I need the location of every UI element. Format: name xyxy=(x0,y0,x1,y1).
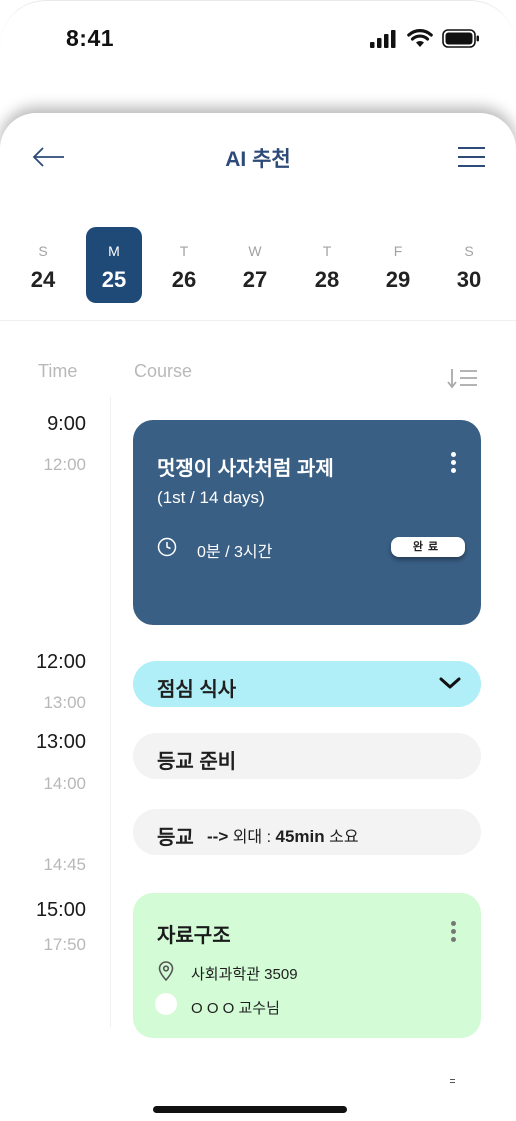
day-sat-30[interactable]: S 30 xyxy=(441,227,497,303)
commute-title: 등교 xyxy=(157,827,194,849)
task-start-time: 9:00 xyxy=(47,413,86,435)
task-card[interactable]: 멋쟁이 사자처럼 과제 (1st / 14 days) 0분 / 3시간 완료 xyxy=(133,420,481,625)
week-strip: S 24 M 25 T 26 W 27 T 28 F 29 S 30 xyxy=(0,227,516,307)
day-of-week: T xyxy=(179,243,189,259)
day-of-week: S xyxy=(38,243,48,259)
day-wed-27[interactable]: W 27 xyxy=(227,227,283,303)
day-number: 30 xyxy=(456,267,482,292)
day-number: 27 xyxy=(242,267,268,292)
page-title: AI 추천 xyxy=(225,148,291,171)
commute-item[interactable]: 등교 --> 외대 : 45min 소요 xyxy=(133,809,481,855)
commute-suffix: 소요 xyxy=(329,829,359,846)
schedule-sheet: AI 추천 S 24 M 25 T 26 W 27 T 28 F 29 S 30… xyxy=(0,113,516,1121)
task-end-time: 12:00 xyxy=(43,455,86,474)
day-number: 25 xyxy=(101,267,127,292)
hamburger-menu-icon[interactable] xyxy=(457,146,486,168)
class-title: 자료구조 xyxy=(157,925,231,947)
commute-time: 45min xyxy=(275,827,325,846)
class-card[interactable]: 자료구조 사회과학관 3509 O O O 교수님 xyxy=(133,893,481,1038)
status-time: 8:41 xyxy=(66,25,115,51)
lunch-end-time: 13:00 xyxy=(43,693,86,712)
day-thu-28[interactable]: T 28 xyxy=(299,227,355,303)
professor-avatar xyxy=(155,993,177,1015)
sort-icon[interactable] xyxy=(447,367,479,389)
day-number: 26 xyxy=(171,267,197,292)
day-number: 28 xyxy=(314,267,340,292)
lunch-start-time: 12:00 xyxy=(35,651,86,673)
task-duration: 0분 / 3시간 xyxy=(197,544,273,561)
time-column-header: Time xyxy=(38,361,78,381)
phone-frame: 8:41 AI 추천 S 24 M 25 T 26 W 27 T 28 F 29… xyxy=(0,0,516,1121)
class-professor: O O O 교수님 xyxy=(191,1000,280,1017)
lunch-item[interactable]: 점심 식사 xyxy=(133,661,481,707)
home-indicator[interactable] xyxy=(153,1106,347,1113)
wifi-icon xyxy=(407,29,433,47)
prep-title: 등교 준비 xyxy=(157,751,237,773)
lunch-title: 점심 식사 xyxy=(157,679,237,701)
status-icons xyxy=(370,29,480,48)
day-number: 29 xyxy=(385,267,411,292)
day-sun-24[interactable]: S 24 xyxy=(15,227,71,303)
prep-start-time: 13:00 xyxy=(35,731,86,753)
commute-destination: 외대 : xyxy=(232,829,272,846)
day-fri-29[interactable]: F 29 xyxy=(370,227,426,303)
timeline-divider xyxy=(110,397,111,1027)
status-bar: 8:41 xyxy=(0,1,516,81)
clock-icon xyxy=(157,537,177,557)
day-mon-25-selected[interactable]: M 25 xyxy=(86,227,142,303)
location-pin-icon xyxy=(158,961,174,981)
day-number: 24 xyxy=(30,267,56,292)
class-end-time: 17:50 xyxy=(43,935,86,954)
divider xyxy=(0,320,516,321)
commute-end-time: 14:45 xyxy=(43,855,86,874)
day-of-week: M xyxy=(108,243,120,259)
day-of-week: W xyxy=(248,243,262,259)
class-location: 사회과학관 3509 xyxy=(191,966,298,983)
day-of-week: F xyxy=(393,243,403,259)
course-column-header: Course xyxy=(134,361,193,381)
scroll-hint-mark xyxy=(450,1079,456,1085)
day-tue-26[interactable]: T 26 xyxy=(156,227,212,303)
battery-icon xyxy=(442,29,479,48)
commute-detail: --> 외대 : 45min 소요 xyxy=(207,823,359,847)
commute-arrow: --> xyxy=(207,827,229,846)
prep-end-time: 14:00 xyxy=(43,774,86,793)
chevron-down-icon[interactable] xyxy=(438,675,462,691)
header: AI 추천 xyxy=(0,113,516,203)
day-of-week: S xyxy=(464,243,474,259)
done-badge[interactable]: 완료 xyxy=(391,537,465,557)
task-subtitle: (1st / 14 days) xyxy=(157,488,265,507)
kebab-menu-icon[interactable] xyxy=(449,921,457,943)
signal-icon xyxy=(370,29,396,48)
class-start-time: 15:00 xyxy=(35,899,86,921)
day-of-week: T xyxy=(322,243,332,259)
kebab-menu-icon[interactable] xyxy=(449,452,457,474)
prep-item[interactable]: 등교 준비 xyxy=(133,733,481,779)
task-title: 멋쟁이 사자처럼 과제 xyxy=(157,458,334,480)
